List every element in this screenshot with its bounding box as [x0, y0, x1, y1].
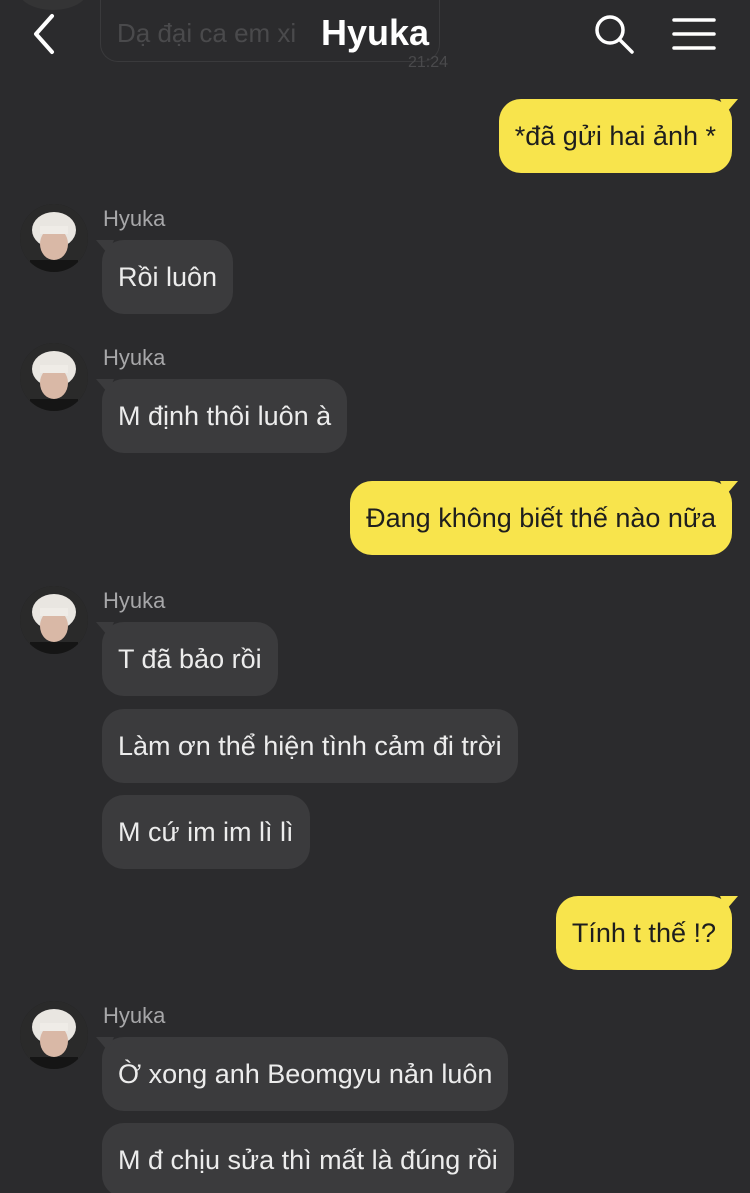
message-text: Làm ơn thể hiện tình cảm đi trời: [118, 731, 502, 761]
avatar[interactable]: [20, 204, 88, 272]
message-text: M định thôi luôn à: [118, 401, 332, 431]
message-text: M cứ im im lì lì: [118, 817, 294, 847]
sender-name: Hyuka: [103, 206, 166, 231]
incoming-message[interactable]: Ờ xong anh Beomgyu nản luôn: [96, 1037, 509, 1111]
incoming-message[interactable]: M đ chịu sửa thì mất là đúng rồi: [102, 1123, 514, 1193]
message-text: Tính t thế !?: [571, 918, 716, 948]
outgoing-message[interactable]: *đã gửi hai ảnh *: [498, 99, 738, 173]
chat-screen: Dạ đại ca em xi 21:24 Hyuka *đã gửi hai: [0, 0, 750, 1193]
profile-photo: [20, 586, 88, 654]
chat-header: Hyuka: [0, 0, 750, 66]
search-icon: [595, 15, 634, 54]
message-text: Ờ xong anh Beomgyu nản luôn: [118, 1059, 493, 1089]
bubble-tail: [96, 240, 114, 254]
hamburger-menu-icon: [672, 18, 716, 50]
message-text: Rồi luôn: [118, 262, 218, 292]
incoming-message[interactable]: M cứ im im lì lì: [102, 795, 310, 869]
search-button[interactable]: [592, 12, 636, 56]
avatar[interactable]: [20, 1001, 88, 1069]
incoming-message[interactable]: Làm ơn thể hiện tình cảm đi trời: [102, 709, 518, 783]
message-text: M đ chịu sửa thì mất là đúng rồi: [118, 1145, 498, 1175]
message-text: T đã bảo rồi: [118, 644, 262, 674]
chat-title: Hyuka: [320, 12, 430, 53]
bubble-tail: [96, 1037, 114, 1051]
bubble-tail: [96, 379, 114, 393]
message-text: *đã gửi hai ảnh *: [514, 121, 716, 151]
message-text: Đang không biết thế nào nữa: [366, 503, 716, 533]
avatar[interactable]: [20, 343, 88, 411]
bubble-tail: [720, 99, 738, 113]
incoming-message[interactable]: T đã bảo rồi: [96, 622, 278, 696]
sender-name: Hyuka: [103, 588, 166, 613]
bubble-tail: [720, 896, 738, 910]
profile-photo: [20, 1001, 88, 1069]
bubble-tail: [720, 481, 738, 495]
sender-name: Hyuka: [103, 345, 166, 370]
profile-photo: [20, 343, 88, 411]
profile-photo: [20, 204, 88, 272]
outgoing-message[interactable]: Tính t thế !?: [555, 896, 738, 970]
incoming-message[interactable]: M định thôi luôn à: [96, 379, 348, 453]
sender-name: Hyuka: [103, 1003, 166, 1028]
avatar[interactable]: [20, 586, 88, 654]
incoming-message[interactable]: Rồi luôn: [96, 240, 234, 314]
outgoing-message[interactable]: Đang không biết thế nào nữa: [350, 481, 738, 555]
menu-button[interactable]: [670, 12, 718, 56]
bubble-tail: [96, 622, 114, 636]
